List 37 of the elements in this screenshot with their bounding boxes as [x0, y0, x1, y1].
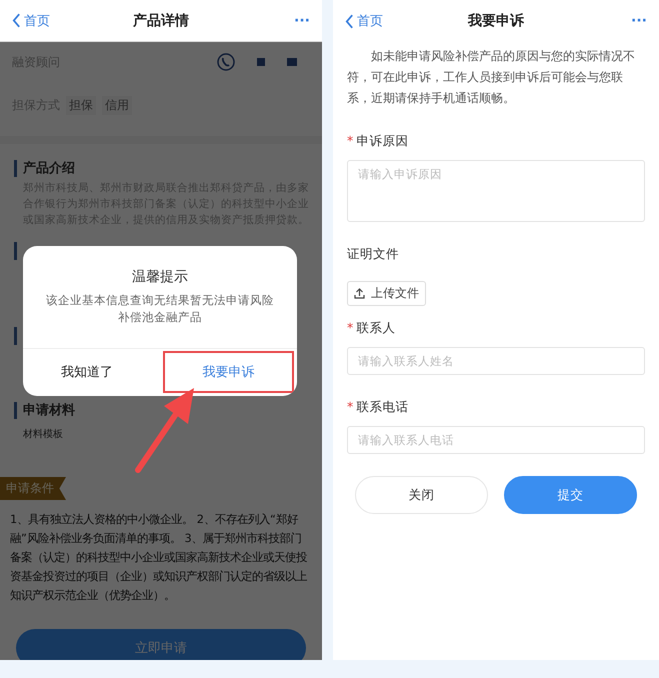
back-link[interactable]: 首页	[345, 12, 383, 30]
dialog-button[interactable]: 我要申诉	[162, 351, 294, 393]
required-mark: *	[347, 399, 354, 416]
square-icon	[257, 58, 265, 66]
conditions-text: 1、具有独立法人资格的中小微企业。 2、不存在列入“郑好融”风险补偿业务负面清单的事项。 3、属于郑州市科技部门备案（认定）的科技型中小企业或国家高新技术企业或天使投资基金投资过的项目（企业）或知识产权部门认定的省级以上知识产权示范企业（优势企业）。	[10, 512, 308, 604]
square-icon	[287, 58, 297, 66]
close-button[interactable]: 关闭	[355, 476, 488, 514]
required-mark: *	[347, 320, 354, 337]
guarantee-tag: 信用	[102, 96, 132, 114]
input-field[interactable]: 请输入联系人姓名	[347, 347, 645, 375]
section-title: 产品介绍	[14, 160, 310, 177]
field-label: 申诉原因	[356, 133, 408, 150]
upload-button[interactable]: 上传文件	[347, 281, 426, 306]
reason-field[interactable]: 请输入申诉原因	[347, 160, 645, 222]
phone-icon[interactable]	[217, 53, 235, 71]
field-label: 证明文件	[347, 246, 399, 263]
back-icon	[345, 14, 354, 28]
back-link[interactable]: 首页	[12, 12, 50, 30]
apply-button[interactable]: 立即申请	[16, 629, 306, 660]
conditions-tag: 申请条件	[0, 477, 66, 500]
required-mark: *	[347, 133, 354, 150]
field-label: 联系人	[356, 320, 396, 337]
upload-icon	[354, 288, 365, 299]
more-button[interactable]: ···	[294, 12, 310, 28]
dialog-message: 该企业基本信息查询无结果暂无法申请风险补偿池金融产品	[45, 292, 275, 326]
back-icon	[12, 13, 21, 28]
field-label: 联系电话	[356, 399, 408, 416]
page-title: 产品详情	[133, 12, 189, 30]
intro-text: 如未能申请风险补偿产品的原因与您的实际情况不符，可在此申诉，工作人员接到申诉后可能会与您联系，近期请保持手机通话顺畅。	[347, 48, 636, 107]
dialog-title: 温馨提示	[131, 268, 189, 286]
input-field[interactable]: 请输入联系人电话	[347, 426, 645, 454]
submit-button[interactable]: 提交	[504, 476, 637, 514]
guarantee-tag: 担保	[66, 96, 96, 114]
template-link[interactable]: 材料模板	[23, 427, 63, 441]
page-title: 我要申诉	[468, 12, 524, 30]
more-button[interactable]: ···	[631, 13, 647, 29]
dialog-button[interactable]: 我知道了	[23, 351, 150, 393]
